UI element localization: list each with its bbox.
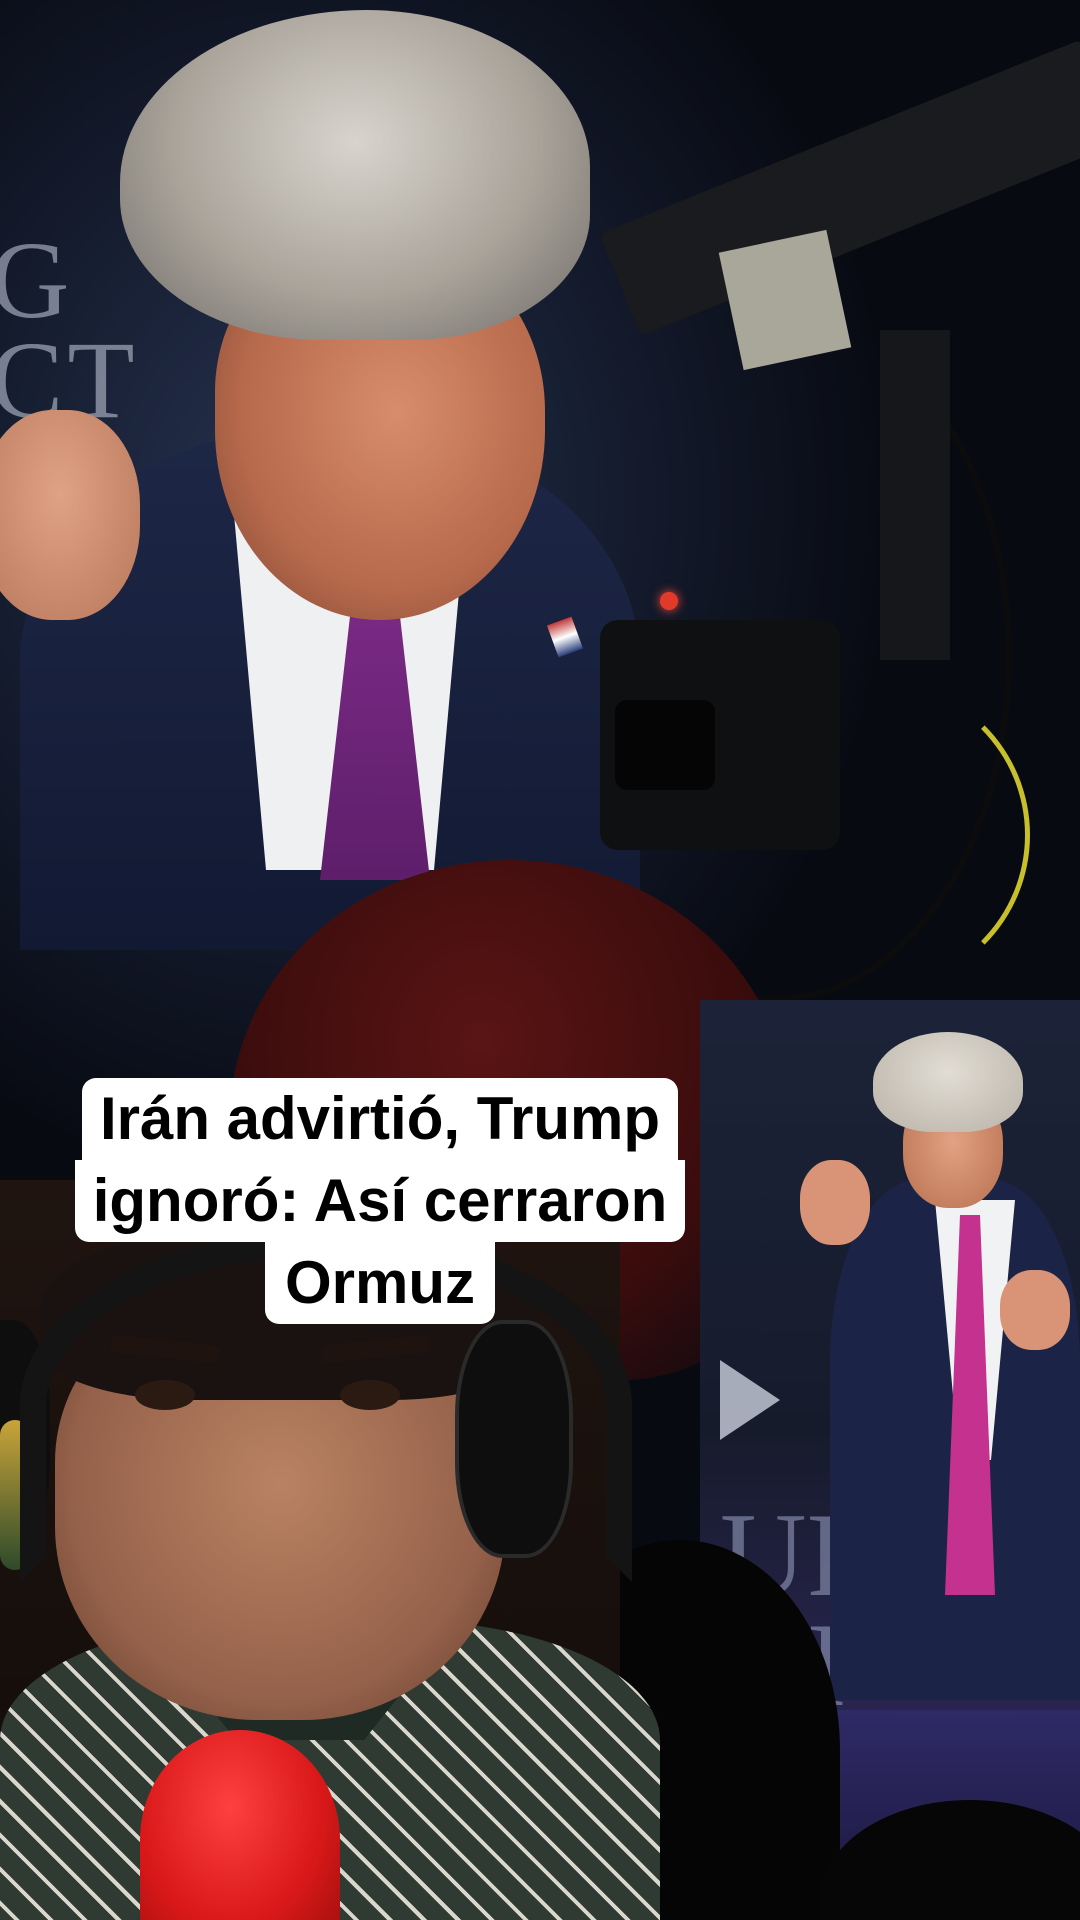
camera-lens	[615, 700, 715, 790]
caption-line-3: Ormuz	[264, 1242, 496, 1324]
video-caption: Irán advirtió, Trump ignoró: Así cerraro…	[0, 1078, 760, 1324]
camera-crane-post	[880, 330, 950, 660]
caption-line-2: ignoró: Así cerraron	[74, 1160, 686, 1242]
dancer-fist-left	[800, 1160, 870, 1245]
headphone-earcup-right	[455, 1320, 573, 1558]
speaker-fist	[0, 410, 140, 620]
play-logo-icon	[720, 1360, 780, 1440]
dancer-fist-right	[1000, 1270, 1070, 1350]
stage-banner-letters: G CT	[0, 219, 139, 441]
caption-line-1: Irán advirtió, Trump	[81, 1078, 679, 1160]
camera-tally-light	[660, 592, 678, 610]
dancer-hair	[873, 1032, 1023, 1132]
video-frame: G CT UR OI Irán advirtió, Trump ignoró: …	[0, 0, 1080, 1920]
